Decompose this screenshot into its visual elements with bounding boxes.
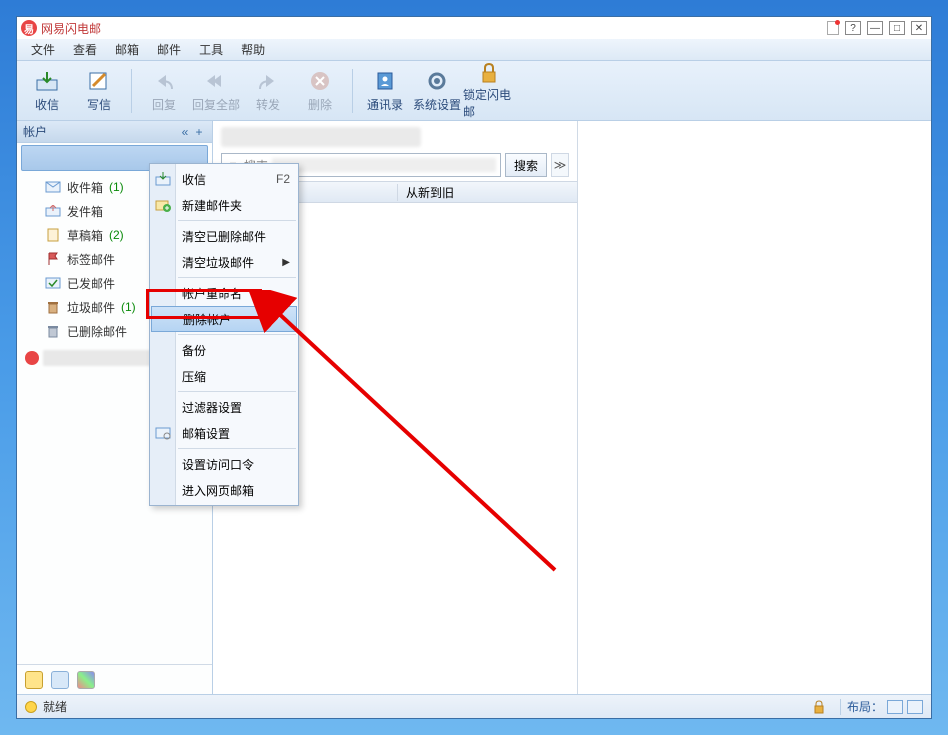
context-menu: 收信 F2 新建邮件夹 清空已删除邮件 清空垃圾邮件 ▶ 帐户重命名 删除帐户 … [149,163,299,506]
ctx-filter-settings[interactable]: 过滤器设置 [150,394,298,420]
receive-button[interactable]: 收信 [21,65,73,117]
settings-button[interactable]: 系统设置 [411,65,463,117]
ctx-empty-deleted[interactable]: 清空已删除邮件 [150,223,298,249]
compose-icon [86,68,112,94]
app-icon: 易 [21,20,37,36]
ctx-set-password[interactable]: 设置访问口令 [150,451,298,477]
sent-icon [45,276,61,290]
layout-label: 布局： [847,698,883,715]
sb-btn-2[interactable] [51,671,69,689]
ctx-receive[interactable]: 收信 F2 [150,166,298,192]
inbox-icon [45,180,61,194]
collapse-button[interactable]: « [178,125,192,139]
mailbox-settings-icon [155,425,171,441]
draft-icon [45,228,61,242]
ctx-rename-account[interactable]: 帐户重命名 [150,280,298,306]
forward-icon [255,68,281,94]
receive-icon [34,68,60,94]
delete-button[interactable]: 删除 [294,65,346,117]
ctx-open-webmail[interactable]: 进入网页邮箱 [150,477,298,503]
sb-btn-3[interactable] [77,671,95,689]
ctx-backup[interactable]: 备份 [150,337,298,363]
menu-mail[interactable]: 邮件 [149,39,189,60]
titlebar: 易 网易闪电邮 ? — □ ✕ [17,17,931,39]
ctx-delete-account[interactable]: 删除帐户 [151,306,297,332]
reply-icon [151,68,177,94]
minimize-button[interactable]: — [867,21,883,35]
ctx-empty-junk[interactable]: 清空垃圾邮件 ▶ [150,249,298,275]
reply-all-icon [203,68,229,94]
tip-icon [25,701,37,713]
menu-file[interactable]: 文件 [23,39,63,60]
reply-button[interactable]: 回复 [138,65,190,117]
deleted-icon [45,324,61,338]
col-sort[interactable]: 从新到旧 [397,184,577,201]
lock-icon [476,62,502,84]
layout-btn-1[interactable] [887,700,903,714]
accounts-header: 帐户 « + [17,121,212,143]
ctx-new-folder[interactable]: 新建邮件夹 [150,192,298,218]
junk-icon [45,300,61,314]
search-options-toggle[interactable]: ≫ [551,153,569,177]
layout-btn-2[interactable] [907,700,923,714]
app-title: 网易闪电邮 [41,20,101,37]
notification-icon[interactable] [827,21,839,35]
ctx-compress[interactable]: 压缩 [150,363,298,389]
gear-icon [424,68,450,94]
outbox-icon [45,204,61,218]
reply-all-button[interactable]: 回复全部 [190,65,242,117]
account-2-icon [25,351,39,365]
preview-pane [578,121,931,694]
main-area: ▾ 搜索 搜索 ≫ 会话） 从新到旧 [213,121,931,694]
ctx-mailbox-settings[interactable]: 邮箱设置 [150,420,298,446]
folder-path [221,127,421,147]
forward-button[interactable]: 转发 [242,65,294,117]
status-lock-icon[interactable] [812,700,826,714]
close-button[interactable]: ✕ [911,21,927,35]
statusbar: 就绪 布局： [17,694,931,718]
search-button[interactable]: 搜索 [505,153,547,177]
add-account-button[interactable]: + [192,125,206,139]
compose-button[interactable]: 写信 [73,65,125,117]
lock-button[interactable]: 锁定闪电邮 [463,65,515,117]
sb-btn-1[interactable] [25,671,43,689]
menu-tools[interactable]: 工具 [191,39,231,60]
toolbar: 收信 写信 回复 回复全部 转发 删除 [17,61,931,121]
contacts-icon [372,68,398,94]
delete-icon [307,68,333,94]
chevron-right-icon: ▶ [282,257,290,268]
menu-mailbox[interactable]: 邮箱 [107,39,147,60]
help-button[interactable]: ? [845,21,861,35]
status-text: 就绪 [43,698,67,715]
new-folder-icon [155,197,171,213]
contacts-button[interactable]: 通讯录 [359,65,411,117]
window-controls: ? — □ ✕ [827,21,927,35]
flag-icon [45,252,61,266]
menu-help[interactable]: 帮助 [233,39,273,60]
menubar: 文件 查看 邮箱 邮件 工具 帮助 [17,39,931,61]
receive-icon [155,171,171,187]
maximize-button[interactable]: □ [889,21,905,35]
accounts-header-label: 帐户 [23,123,47,140]
menu-view[interactable]: 查看 [65,39,105,60]
sidebar-bottom [17,664,212,694]
